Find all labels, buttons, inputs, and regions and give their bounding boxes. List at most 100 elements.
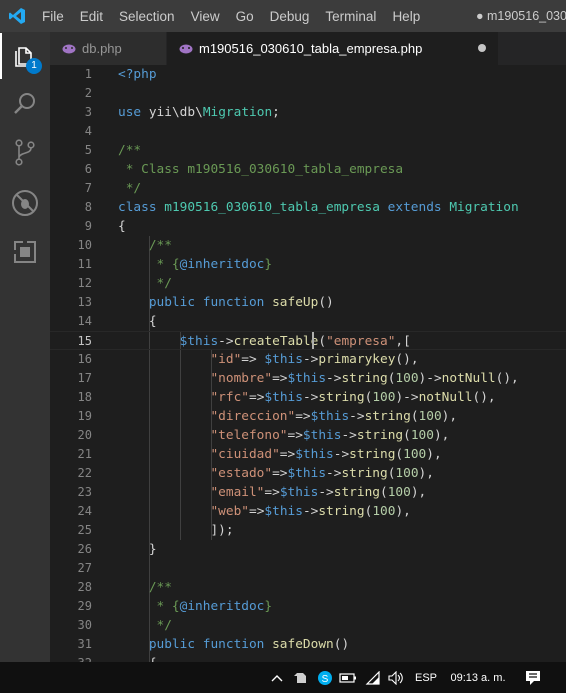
notifications-button[interactable] xyxy=(520,662,546,693)
code-text: "email"=>$this->string(100), xyxy=(118,483,426,502)
code-token: 100 xyxy=(418,409,442,424)
code-token: 100 xyxy=(403,447,427,462)
code-token: } xyxy=(264,257,273,272)
code-line[interactable]: 31 public function safeDown() xyxy=(50,635,566,654)
menu-debug[interactable]: Debug xyxy=(270,9,310,24)
code-line[interactable]: 32 { xyxy=(50,654,566,662)
code-token: 100 xyxy=(387,485,411,500)
code-token: * Class m190516_030610_tabla_empresa xyxy=(118,162,404,177)
code-editor[interactable]: 1 <?php 2 3 use yii\db\Migration; 4 5/** 6 * Cl… xyxy=(50,65,566,662)
line-number: 1 xyxy=(84,67,92,81)
menu-go[interactable]: Go xyxy=(236,9,254,24)
code-line[interactable]: 26 } xyxy=(50,540,566,559)
code-line[interactable]: 12 */ xyxy=(50,274,566,293)
code-line[interactable]: 30 */ xyxy=(50,616,566,635)
code-line[interactable]: 17 "nombre"=>$this->string(100)->notNull… xyxy=(50,369,566,388)
show-hidden-icons-button[interactable] xyxy=(266,662,288,693)
code-line[interactable]: 24 "web"=>$this->string(100), xyxy=(50,502,566,521)
code-token: { xyxy=(118,314,157,329)
menu-help[interactable]: Help xyxy=(392,9,420,24)
tray-app-icon[interactable] xyxy=(290,662,312,693)
code-token: extends xyxy=(387,200,450,215)
code-line[interactable]: 22 "estado"=>$this->string(100), xyxy=(50,464,566,483)
menu-file[interactable]: File xyxy=(42,9,64,24)
battery-button[interactable] xyxy=(336,662,360,693)
tab-migration-file[interactable]: m190516_030610_tabla_empresa.php xyxy=(167,32,498,65)
code-line[interactable]: 7 */ xyxy=(50,179,566,198)
line-number: 20 xyxy=(77,428,92,442)
volume-button[interactable] xyxy=(385,662,407,693)
code-line[interactable]: 9{ xyxy=(50,217,566,236)
line-number: 14 xyxy=(77,314,92,328)
vscode-logo-icon[interactable] xyxy=(8,7,26,25)
code-line[interactable]: 25 ]); xyxy=(50,521,566,540)
code-line[interactable]: 16 "id"=> $this->primarykey(), xyxy=(50,350,566,369)
code-line[interactable]: 11 * {@inheritdoc} xyxy=(50,255,566,274)
line-number: 19 xyxy=(77,409,92,423)
code-token: $this xyxy=(310,409,350,424)
code-line[interactable]: 19 "direccion"=>$this->string(100), xyxy=(50,407,566,426)
code-token: m190516_030610_tabla_empresa xyxy=(164,200,388,215)
code-line[interactable]: 8 class m190516_030610_tabla_empresa exte… xyxy=(50,198,566,217)
search-button[interactable] xyxy=(0,81,50,127)
code-line[interactable]: 5 /** xyxy=(50,141,566,160)
code-text: $this->createTable("empresa",[ xyxy=(118,332,411,351)
code-token: $this xyxy=(264,390,303,405)
code-line[interactable]: 6 * Class m190516_030610_tabla_empresa xyxy=(50,160,566,179)
line-number: 2 xyxy=(84,86,92,100)
code-line[interactable]: 13 public function safeUp() xyxy=(50,293,566,312)
code-line[interactable]: 14 { xyxy=(50,312,566,331)
code-line[interactable]: 28 /** xyxy=(50,578,566,597)
explorer-button[interactable]: 1 xyxy=(0,33,50,79)
code-token: "email" xyxy=(118,485,265,500)
code-text: ]); xyxy=(118,521,233,540)
input-language[interactable]: ESP xyxy=(411,662,441,693)
code-line[interactable]: 18 "rfc"=>$this->string(100)->notNull(), xyxy=(50,388,566,407)
network-button[interactable] xyxy=(362,662,384,693)
code-line[interactable]: 21 "ciuidad"=>$this->string(100), xyxy=(50,445,566,464)
code-text: } xyxy=(118,540,157,559)
code-token: => xyxy=(248,504,265,519)
code-line[interactable]: 29 * {@inheritdoc} xyxy=(50,597,566,616)
code-token: ( xyxy=(318,334,327,349)
code-line[interactable]: 23 "email"=>$this->string(100), xyxy=(50,483,566,502)
code-line[interactable]: 27 xyxy=(50,559,566,578)
code-token: ), xyxy=(410,485,427,500)
code-token: -> xyxy=(302,352,319,367)
code-text: * {@inheritdoc} xyxy=(118,255,273,274)
menu-terminal[interactable]: Terminal xyxy=(325,9,376,24)
tab-db-php[interactable]: db.php xyxy=(50,32,166,65)
unsaved-dot-icon[interactable] xyxy=(478,44,486,52)
code-token: { xyxy=(118,219,126,234)
code-token: "direccion" xyxy=(118,409,296,424)
line-number: 15 xyxy=(77,334,92,348)
code-token: yii xyxy=(148,105,172,120)
line-number: 26 xyxy=(77,542,92,556)
code-token: /** xyxy=(118,143,142,158)
code-token: ), xyxy=(441,409,458,424)
source-control-button[interactable] xyxy=(0,130,50,176)
editor-tabs: db.php m190516_030610_tabla_empresa.php xyxy=(50,32,566,65)
extensions-button[interactable] xyxy=(0,229,50,275)
code-token: */ xyxy=(118,276,172,291)
code-text: class m190516_030610_tabla_empresa exten… xyxy=(118,198,519,217)
menu-selection[interactable]: Selection xyxy=(119,9,175,24)
code-token: 100 xyxy=(372,390,396,405)
php-file-icon xyxy=(62,44,76,53)
code-token: -> xyxy=(326,466,342,481)
code-line[interactable]: 20 "telefono"=>$this->string(100), xyxy=(50,426,566,445)
code-line[interactable]: 2 xyxy=(50,84,566,103)
clock[interactable]: 09:13 a. m. xyxy=(446,662,510,693)
code-line[interactable]: 4 xyxy=(50,122,566,141)
code-token: () xyxy=(318,295,334,310)
code-line[interactable]: 10 /** xyxy=(50,236,566,255)
code-line[interactable]: 15 $this->createTable("empresa",[ xyxy=(50,331,566,350)
tray-app-icon[interactable]: S xyxy=(314,662,336,693)
menu-view[interactable]: View xyxy=(191,9,220,24)
code-token: string xyxy=(349,447,396,462)
debug-button[interactable] xyxy=(0,180,50,226)
code-line[interactable]: 1 <?php xyxy=(50,65,566,84)
menu-edit[interactable]: Edit xyxy=(80,9,103,24)
code-token: => xyxy=(295,409,311,424)
code-line[interactable]: 3 use yii\db\Migration; xyxy=(50,103,566,122)
